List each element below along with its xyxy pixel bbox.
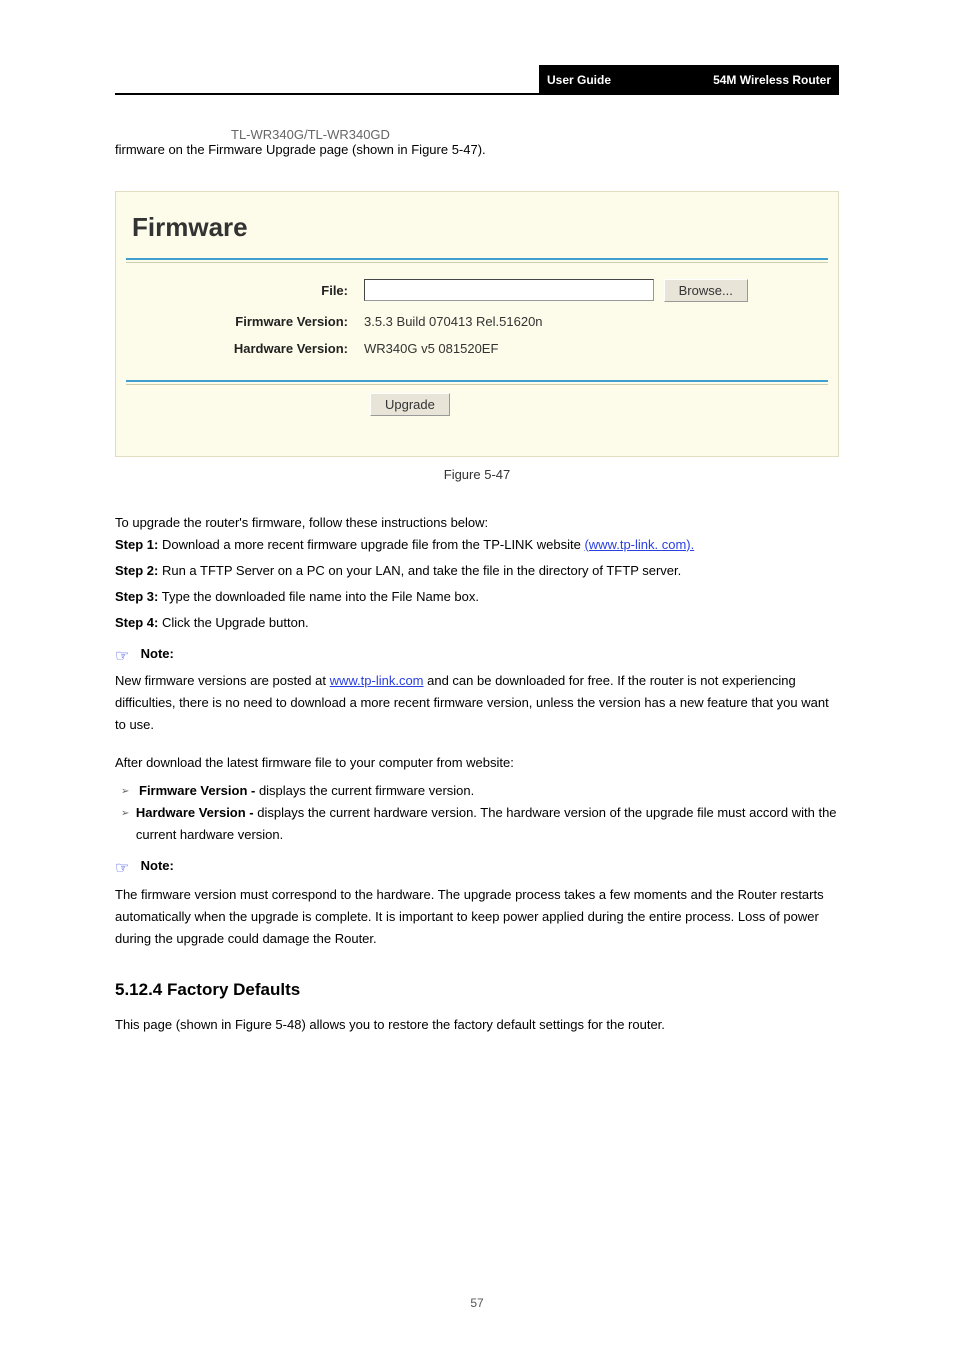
after-download-text: After download the latest firmware file … bbox=[115, 755, 839, 770]
page-number: 57 bbox=[0, 1296, 954, 1310]
user-guide-label: User Guide bbox=[547, 73, 611, 87]
intro-text: firmware on the Firmware Upgrade page (s… bbox=[115, 140, 839, 161]
step-1: Step 1: Download a more recent firmware … bbox=[115, 534, 839, 556]
steps-intro: To upgrade the router's firmware, follow… bbox=[115, 512, 839, 534]
section-heading: 5.12.4 Factory Defaults bbox=[115, 980, 839, 1000]
note-1-label: Note: bbox=[141, 646, 174, 661]
note-link[interactable]: www.tp-link.com bbox=[330, 673, 424, 688]
step-2-label: Step 2: bbox=[115, 563, 158, 578]
step-3-text: Type the downloaded file name into the F… bbox=[162, 589, 479, 604]
note-icon: ☞ bbox=[115, 646, 133, 666]
chevron-icon: ➢ bbox=[121, 780, 139, 802]
step-3-label: Step 3: bbox=[115, 589, 158, 604]
figure-caption: Figure 5-47 bbox=[115, 467, 839, 482]
product-subtitle: 54M Wireless Router bbox=[713, 73, 831, 87]
divider-blue-2 bbox=[126, 380, 828, 382]
step-4-text: Click the Upgrade button. bbox=[162, 615, 309, 630]
upgrade-button[interactable]: Upgrade bbox=[370, 393, 450, 416]
bullet-2-label: Hardware Version - bbox=[136, 805, 254, 820]
step-1-text: Download a more recent firmware upgrade … bbox=[162, 537, 581, 552]
section-body-suffix: ) allows you to restore the factory defa… bbox=[301, 1017, 664, 1032]
step-1-label: Step 1: bbox=[115, 537, 158, 552]
step-2: Step 2: Run a TFTP Server on a PC on you… bbox=[115, 560, 839, 582]
note-icon: ☞ bbox=[115, 858, 133, 878]
file-label: File: bbox=[126, 273, 356, 308]
firmware-version-label: Firmware Version: bbox=[126, 308, 356, 335]
note-2-body: The firmware version must correspond to … bbox=[115, 884, 839, 950]
firmware-version-value: 3.5.3 Build 070413 Rel.51620n bbox=[356, 308, 828, 335]
panel-title: Firmware bbox=[132, 212, 828, 243]
file-input[interactable] bbox=[364, 279, 654, 301]
hardware-version-value: WR340G v5 081520EF bbox=[356, 335, 828, 362]
step-3: Step 3: Type the downloaded file name in… bbox=[115, 586, 839, 608]
bullet-1-label: Firmware Version - bbox=[139, 783, 255, 798]
bullet-firmware-version: ➢ Firmware Version - displays the curren… bbox=[121, 780, 839, 802]
firmware-panel: Firmware File: Browse... Firmware Versio… bbox=[115, 191, 839, 457]
section-body-prefix: This page (shown in bbox=[115, 1017, 235, 1032]
website-link[interactable]: (www.tp-link. com). bbox=[584, 537, 694, 552]
hardware-version-label: Hardware Version: bbox=[126, 335, 356, 362]
bullet-hardware-version: ➢ Hardware Version - displays the curren… bbox=[121, 802, 839, 846]
bullet-1-rest: displays the current firmware version. bbox=[255, 783, 474, 798]
chevron-icon: ➢ bbox=[121, 802, 136, 846]
step-4: Step 4: Click the Upgrade button. bbox=[115, 612, 839, 634]
divider-grey bbox=[126, 262, 828, 263]
divider-grey-2 bbox=[126, 384, 828, 385]
browse-button[interactable]: Browse... bbox=[664, 279, 748, 302]
divider-blue bbox=[126, 258, 828, 260]
note-2-label: Note: bbox=[141, 858, 174, 873]
step-2-text: Run a TFTP Server on a PC on your LAN, a… bbox=[162, 563, 681, 578]
step-4-label: Step 4: bbox=[115, 615, 158, 630]
note-1-body: New firmware versions are posted at www.… bbox=[115, 670, 839, 736]
section-figure-ref: Figure 5-48 bbox=[235, 1017, 301, 1032]
section-body: This page (shown in Figure 5-48) allows … bbox=[115, 1014, 839, 1036]
